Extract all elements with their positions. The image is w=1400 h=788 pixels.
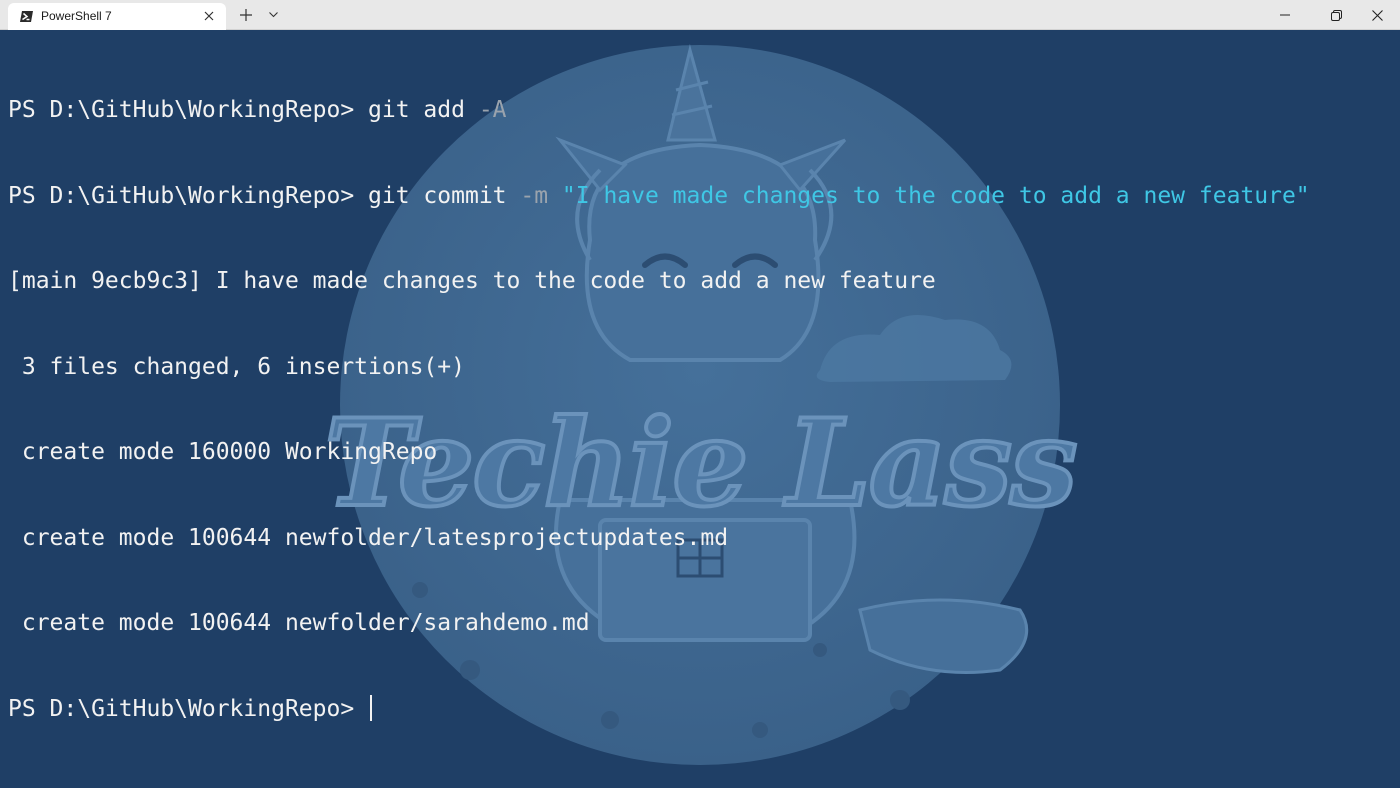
minimize-button[interactable] [1262, 0, 1308, 30]
tab-title: PowerShell 7 [41, 9, 112, 23]
output-line: create mode 100644 newfolder/latesprojec… [8, 524, 729, 551]
prompt: PS D:\GitHub\WorkingRepo> [8, 97, 369, 123]
command-line[interactable]: PS D:\GitHub\WorkingRepo> [8, 694, 1393, 724]
output-line: [main 9ecb9c3] I have made changes to th… [8, 268, 936, 294]
output-line: 3 files changed, 6 insertions(+) [8, 353, 465, 380]
output-line: create mode 100644 newfolder/sarahdemo.m… [8, 610, 590, 636]
terminal-output: PS D:\GitHub\WorkingRepo> git add -A PS … [8, 39, 1393, 780]
prompt: PS D:\GitHub\WorkingRepo> [8, 182, 369, 209]
terminal-pane[interactable]: Techie Lass PS D:\GitHub\WorkingRepo> gi… [0, 30, 1400, 788]
tab-dropdown-button[interactable] [264, 6, 282, 24]
command-flag: -m [506, 182, 549, 209]
text-cursor[interactable] [370, 694, 373, 721]
output-line: create mode 160000 WorkingRepo [8, 439, 438, 465]
chevron-down-icon [268, 12, 278, 18]
tab-close-icon[interactable] [200, 7, 218, 25]
command-line: PS D:\GitHub\WorkingRepo> git commit -m … [8, 182, 1393, 211]
command-args: add [409, 97, 465, 123]
powershell-icon [20, 11, 33, 22]
close-icon [1371, 9, 1383, 21]
command-string: "I have made changes to the code to add … [548, 182, 1310, 209]
command-flag: -A [464, 97, 507, 123]
new-tab-button[interactable] [236, 6, 256, 24]
maximize-button[interactable] [1313, 0, 1359, 30]
close-window-button[interactable] [1354, 0, 1400, 30]
maximize-icon [1330, 9, 1342, 21]
prompt: PS D:\GitHub\WorkingRepo> [8, 695, 369, 722]
tab-powershell[interactable]: PowerShell 7 [8, 3, 226, 30]
command-args: commit [409, 182, 507, 209]
minimize-icon [1280, 14, 1290, 16]
plus-icon [240, 9, 252, 21]
command: git [368, 97, 410, 123]
command: git [368, 182, 410, 209]
command-line: PS D:\GitHub\WorkingRepo> git add -A [8, 96, 1393, 125]
title-bar[interactable]: PowerShell 7 [0, 0, 1400, 30]
